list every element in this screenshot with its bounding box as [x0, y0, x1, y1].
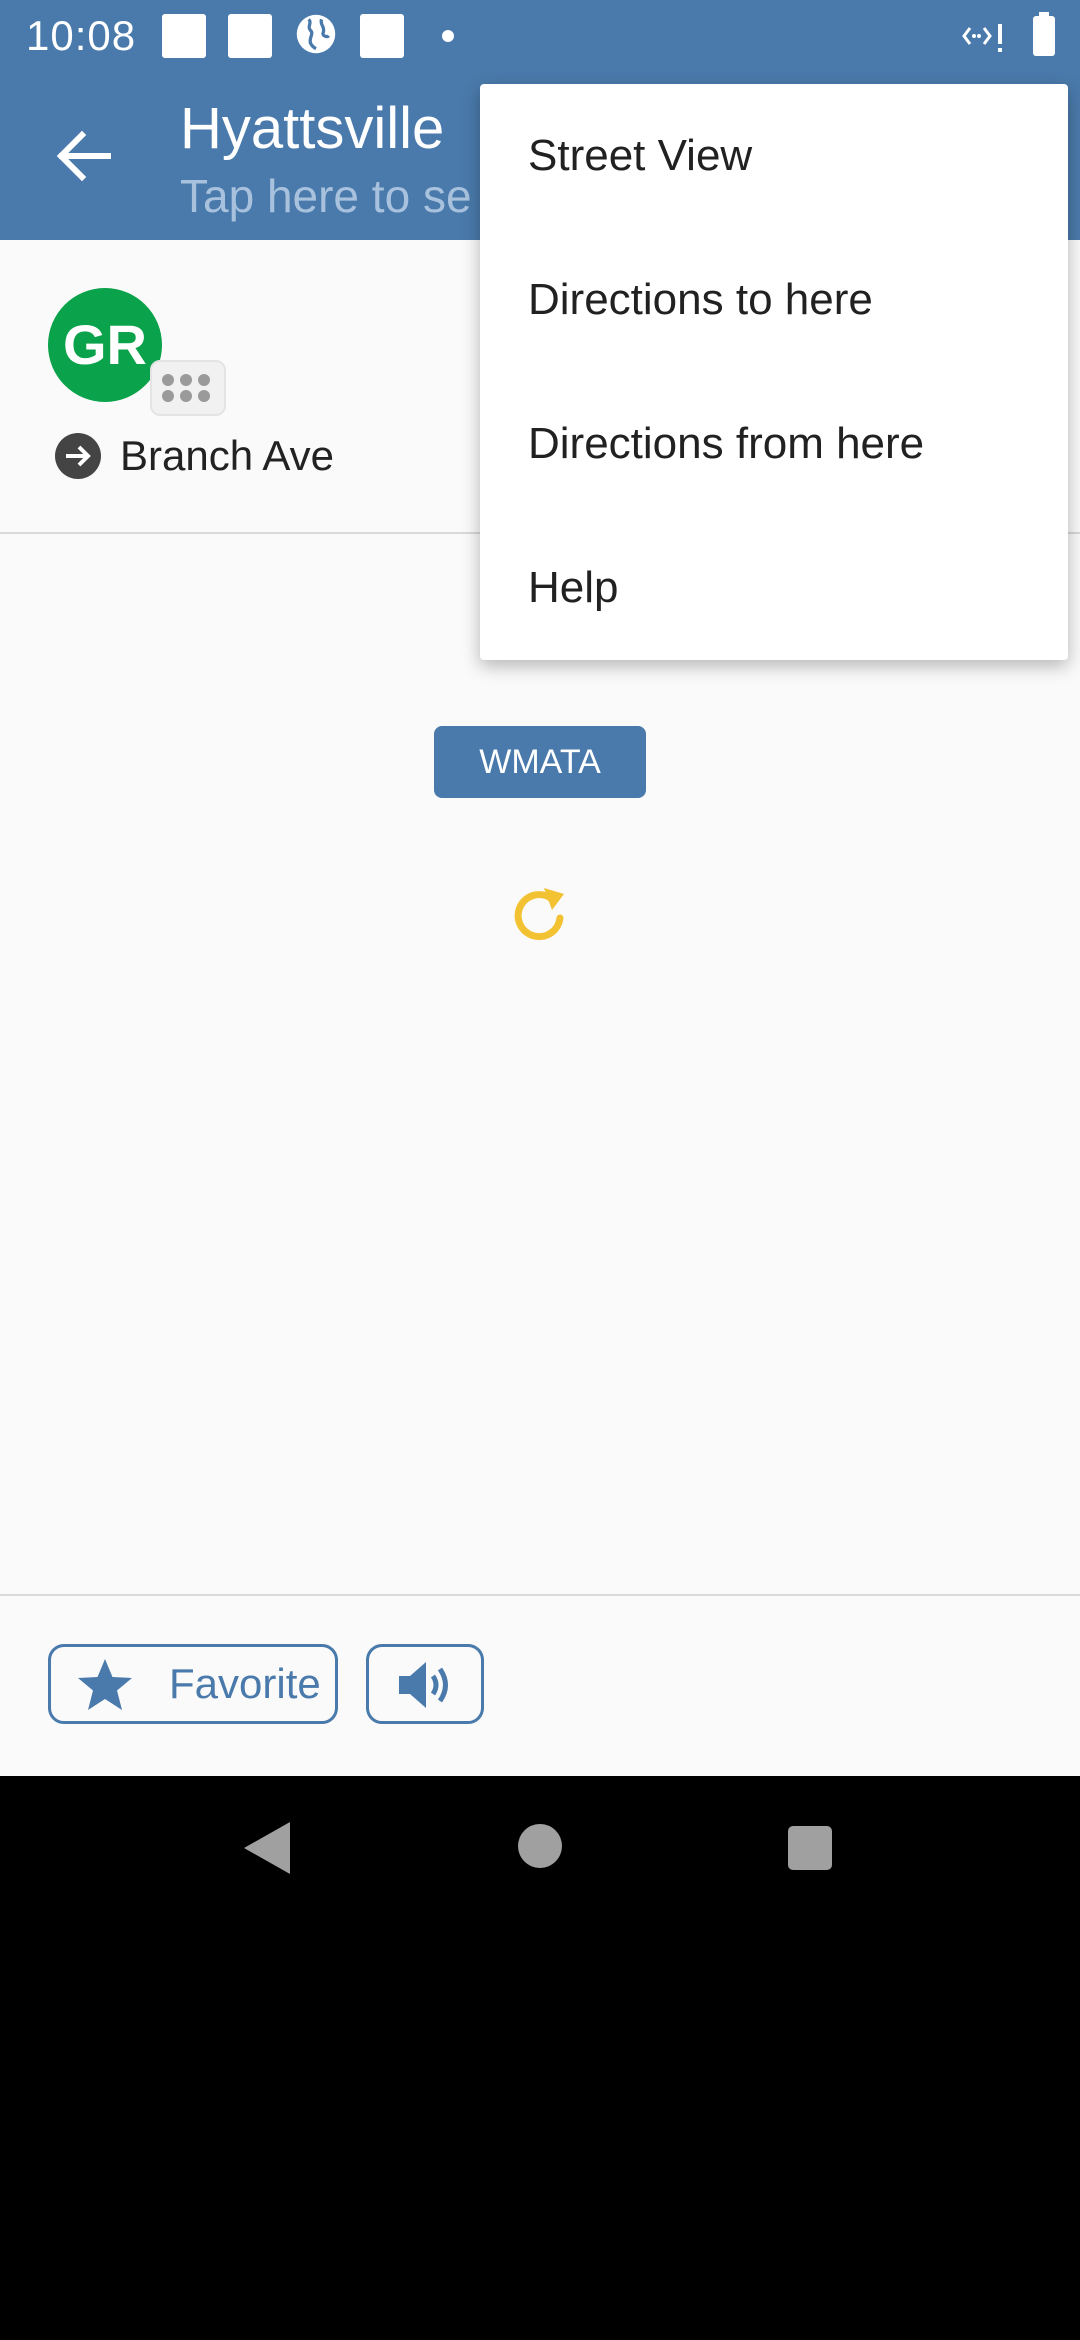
navigation-bar [0, 1776, 1080, 1920]
menu-item-directions-to-here[interactable]: Directions to here [480, 228, 1068, 372]
nav-recents-icon[interactable] [788, 1826, 832, 1870]
menu-item-help[interactable]: Help [480, 516, 1068, 660]
favorite-button[interactable]: Favorite [48, 1644, 338, 1724]
agency-chip[interactable]: WMATA [434, 726, 646, 798]
stop-title[interactable]: Hyattsville [180, 94, 444, 164]
menu-item-directions-from-here[interactable]: Directions from here [480, 372, 1068, 516]
speak-button[interactable] [366, 1644, 484, 1724]
overflow-menu: Street View Directions to here Direction… [480, 84, 1068, 660]
refresh-icon[interactable] [508, 884, 572, 948]
notification-square-icon [360, 14, 404, 58]
globe-icon [296, 14, 336, 54]
arrow-right-circle-icon [55, 433, 101, 479]
star-icon [78, 1659, 132, 1710]
back-arrow-icon[interactable] [44, 116, 124, 196]
status-bar: 10:08 [0, 0, 1080, 72]
dot-icon [442, 30, 454, 42]
direction-label: Branch Ave [120, 432, 335, 479]
nav-home-icon[interactable] [518, 1824, 562, 1868]
train-icon [150, 360, 226, 416]
menu-item-street-view[interactable]: Street View [480, 84, 1068, 228]
stop-subtitle[interactable]: Tap here to se [180, 168, 472, 224]
divider [0, 1594, 1080, 1596]
route-badge-circle[interactable]: GR [48, 288, 162, 402]
app-screen: 10:08 Hyattsville Tap here to se GR Bran… [0, 0, 1080, 2340]
favorite-label: Favorite [169, 1660, 321, 1707]
notification-square-icon [228, 14, 272, 58]
battery-icon [1033, 12, 1055, 56]
speaker-icon [399, 1662, 448, 1708]
status-time: 10:08 [26, 12, 137, 59]
signal-icon [962, 24, 1002, 52]
nav-back-icon[interactable] [242, 1820, 292, 1876]
notification-square-icon [162, 14, 206, 58]
